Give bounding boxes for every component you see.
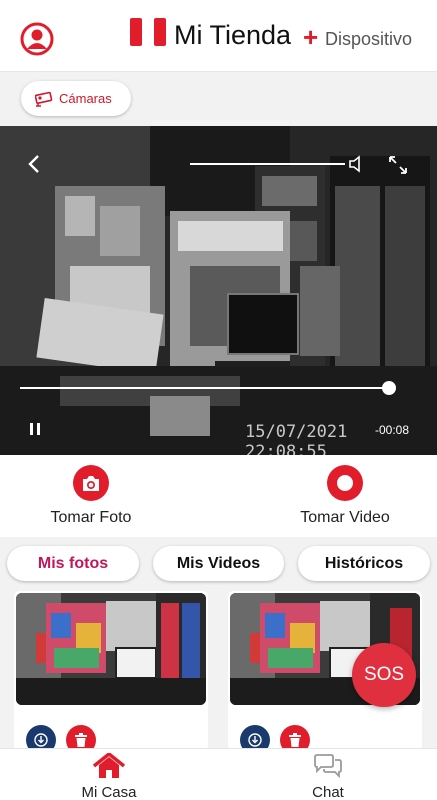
volume-slider[interactable] <box>190 163 345 165</box>
record-icon <box>327 465 363 501</box>
nav-mi-casa[interactable]: Mi Casa <box>69 751 149 800</box>
remaining-time: -00:08 <box>375 423 410 437</box>
cameras-label: Cámaras <box>59 91 112 106</box>
take-photo-label: Tomar Foto <box>50 509 132 526</box>
take-video-button[interactable]: Tomar Video <box>293 465 397 527</box>
cctv-camera-icon <box>35 91 53 107</box>
capture-actions: Tomar Foto Tomar Video <box>0 455 437 537</box>
pause-icon[interactable] <box>28 422 42 436</box>
device-label[interactable]: Dispositivo <box>325 29 412 50</box>
take-video-label: Tomar Video <box>300 509 390 526</box>
media-tabs: Mis fotos Mis Videos Históricos <box>0 537 437 591</box>
delete-button[interactable] <box>66 725 96 748</box>
cameras-button[interactable]: Cámaras <box>21 81 131 116</box>
trash-icon <box>289 732 301 747</box>
video-player[interactable]: 15/07/2021 22:08:55 -00:08 <box>0 126 437 455</box>
photo-card[interactable] <box>14 591 208 748</box>
home-icon <box>92 751 126 778</box>
user-profile-icon[interactable] <box>20 22 54 56</box>
download-button[interactable] <box>26 725 56 748</box>
camera-feed-image <box>0 126 437 455</box>
peru-flag-icon <box>130 18 166 46</box>
bottom-navigation: Mi Casa Chat <box>0 748 437 800</box>
store-title: Mi Tienda <box>174 20 292 50</box>
download-button[interactable] <box>240 725 270 748</box>
nav-chat-label: Chat <box>312 784 344 800</box>
fullscreen-icon[interactable] <box>388 155 408 175</box>
nav-chat[interactable]: Chat <box>288 753 368 800</box>
delete-button[interactable] <box>280 725 310 748</box>
download-icon <box>34 733 48 747</box>
sos-button[interactable]: SOS <box>352 643 416 707</box>
take-photo-button[interactable]: Tomar Foto <box>45 465 137 527</box>
add-device-icon[interactable]: + <box>303 24 318 50</box>
tab-mis-videos[interactable]: Mis Videos <box>153 546 284 581</box>
tab-mis-fotos[interactable]: Mis fotos <box>7 546 139 581</box>
trash-icon <box>75 732 87 747</box>
camera-icon <box>73 465 109 501</box>
seek-handle[interactable] <box>382 381 396 395</box>
download-icon <box>248 733 262 747</box>
volume-icon[interactable] <box>348 155 366 173</box>
photo-thumbnail[interactable] <box>16 593 206 705</box>
chat-icon <box>314 754 342 779</box>
seek-bar[interactable] <box>20 387 390 389</box>
back-icon[interactable] <box>26 154 42 174</box>
nav-mi-casa-label: Mi Casa <box>81 784 137 800</box>
app-header: Mi Tienda + Dispositivo <box>0 0 437 72</box>
camera-selector-row: Cámaras <box>0 72 437 126</box>
tab-historicos[interactable]: Históricos <box>298 546 430 581</box>
